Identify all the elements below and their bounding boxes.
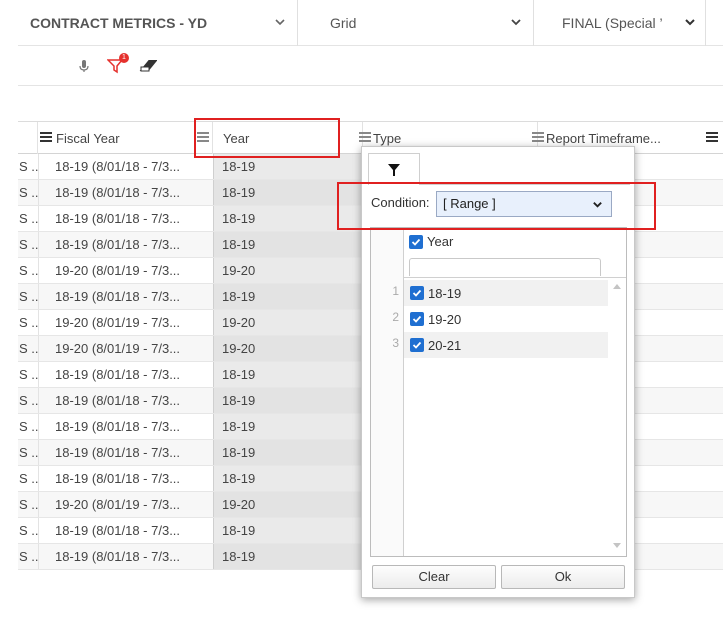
cell-year: 18-19 bbox=[213, 284, 363, 309]
cell-status: S ... bbox=[19, 445, 38, 460]
cell-status: S ... bbox=[19, 159, 38, 174]
column-header-s bbox=[18, 122, 38, 154]
cell-status: S ... bbox=[19, 341, 38, 356]
cell-year: 18-19 bbox=[213, 232, 363, 257]
cell-status: S ... bbox=[19, 367, 38, 382]
cell-fiscal-year: 18-19 (8/01/18 - 7/3... bbox=[38, 284, 232, 309]
chevron-down-icon bbox=[275, 19, 285, 26]
select-all-checkbox[interactable]: Year bbox=[409, 234, 453, 249]
checkbox-checked-icon[interactable] bbox=[410, 286, 424, 300]
cell-status: S ... bbox=[19, 237, 38, 252]
cell-year: 19-20 bbox=[213, 258, 363, 283]
list-item[interactable]: 2 19-20 bbox=[371, 306, 626, 332]
row-number-gutter bbox=[371, 228, 404, 556]
scroll-down-arrow-icon[interactable] bbox=[613, 543, 621, 548]
report-selector-value: CONTRACT METRICS - YD bbox=[30, 15, 208, 31]
microphone-icon[interactable] bbox=[74, 56, 94, 76]
cell-fiscal-year: 18-19 (8/01/18 - 7/3... bbox=[38, 206, 232, 231]
cell-status: S ... bbox=[19, 315, 38, 330]
cell-status: S ... bbox=[19, 549, 38, 564]
cell-fiscal-year: 18-19 (8/01/18 - 7/3... bbox=[38, 362, 232, 387]
cell-fiscal-year: 18-19 (8/01/18 - 7/3... bbox=[38, 388, 232, 413]
select-all-label: Year bbox=[427, 234, 454, 249]
cell-status: S ... bbox=[19, 497, 38, 512]
cell-year: 18-19 bbox=[213, 518, 363, 543]
column-menu-icon[interactable] bbox=[359, 132, 371, 143]
cell-fiscal-year: 18-19 (8/01/18 - 7/3... bbox=[38, 518, 232, 543]
year-header-highlight bbox=[194, 118, 340, 158]
list-scrollbar[interactable] bbox=[609, 278, 625, 556]
eraser-icon[interactable] bbox=[138, 56, 158, 76]
funnel-icon bbox=[388, 163, 400, 176]
value-search-input[interactable] bbox=[409, 258, 601, 276]
list-item[interactable]: 3 20-21 bbox=[371, 332, 626, 358]
cell-status: S ... bbox=[19, 211, 38, 226]
column-menu-icon[interactable] bbox=[706, 132, 718, 143]
toolbar-spacer bbox=[18, 86, 723, 122]
value-list: Year 1 18-19 2 19-20 3 20-21 bbox=[370, 227, 627, 557]
top-selector-bar: CONTRACT METRICS - YD Grid FINAL (Specia… bbox=[18, 0, 723, 46]
cell-status: S ... bbox=[19, 289, 38, 304]
chevron-down-icon bbox=[685, 19, 695, 26]
cell-year: 19-20 bbox=[213, 310, 363, 335]
cell-status: S ... bbox=[19, 185, 38, 200]
list-item[interactable]: 1 18-19 bbox=[371, 280, 626, 306]
cell-year: 18-19 bbox=[213, 544, 363, 569]
filter-tab[interactable] bbox=[368, 153, 420, 185]
clear-button[interactable]: Clear bbox=[372, 565, 496, 589]
cell-fiscal-year: 19-20 (8/01/19 - 7/3... bbox=[38, 258, 232, 283]
checkbox-checked-icon bbox=[409, 234, 423, 249]
checkbox-checked-icon[interactable] bbox=[410, 338, 424, 352]
cell-fiscal-year: 18-19 (8/01/18 - 7/3... bbox=[38, 466, 232, 491]
cell-fiscal-year: 18-19 (8/01/18 - 7/3... bbox=[38, 544, 232, 569]
column-menu-icon[interactable] bbox=[40, 132, 52, 143]
column-menu-icon[interactable] bbox=[532, 132, 544, 143]
cell-year: 18-19 bbox=[213, 466, 363, 491]
cell-fiscal-year: 18-19 (8/01/18 - 7/3... bbox=[38, 440, 232, 465]
final-selector[interactable]: FINAL (Special ’ bbox=[546, 0, 706, 46]
checkbox-checked-icon[interactable] bbox=[410, 312, 424, 326]
column-header-fiscal-year[interactable]: Fiscal Year bbox=[38, 122, 213, 154]
scroll-up-arrow-icon[interactable] bbox=[613, 284, 621, 289]
cell-year: 18-19 bbox=[213, 414, 363, 439]
final-selector-value: FINAL (Special ’ bbox=[562, 15, 663, 31]
view-selector[interactable]: Grid bbox=[314, 0, 534, 46]
filter-count-badge: 1 bbox=[119, 53, 129, 63]
cell-status: S ... bbox=[19, 471, 38, 486]
filter-button[interactable]: 1 bbox=[106, 53, 129, 76]
toolbar: 1 bbox=[18, 46, 723, 86]
cell-status: S ... bbox=[19, 393, 38, 408]
cell-year: 19-20 bbox=[213, 492, 363, 517]
value-list-header: Year bbox=[404, 228, 626, 278]
cell-fiscal-year: 18-19 (8/01/18 - 7/3... bbox=[38, 414, 232, 439]
cell-year: 18-19 bbox=[213, 440, 363, 465]
chevron-down-icon bbox=[511, 19, 521, 26]
cell-year: 18-19 bbox=[213, 388, 363, 413]
cell-status: S ... bbox=[19, 263, 38, 278]
cell-status: S ... bbox=[19, 523, 38, 538]
cell-year: 19-20 bbox=[213, 336, 363, 361]
cell-fiscal-year: 18-19 (8/01/18 - 7/3... bbox=[38, 232, 232, 257]
condition-highlight bbox=[337, 182, 656, 230]
cell-fiscal-year: 18-19 (8/01/18 - 7/3... bbox=[38, 180, 232, 205]
cell-status: S ... bbox=[19, 419, 38, 434]
cell-fiscal-year: 19-20 (8/01/19 - 7/3... bbox=[38, 492, 232, 517]
view-selector-value: Grid bbox=[330, 15, 357, 31]
ok-button[interactable]: Ok bbox=[501, 565, 625, 589]
cell-fiscal-year: 19-20 (8/01/19 - 7/3... bbox=[38, 310, 232, 335]
report-selector[interactable]: CONTRACT METRICS - YD bbox=[18, 0, 298, 46]
cell-fiscal-year: 19-20 (8/01/19 - 7/3... bbox=[38, 336, 232, 361]
cell-year: 18-19 bbox=[213, 362, 363, 387]
